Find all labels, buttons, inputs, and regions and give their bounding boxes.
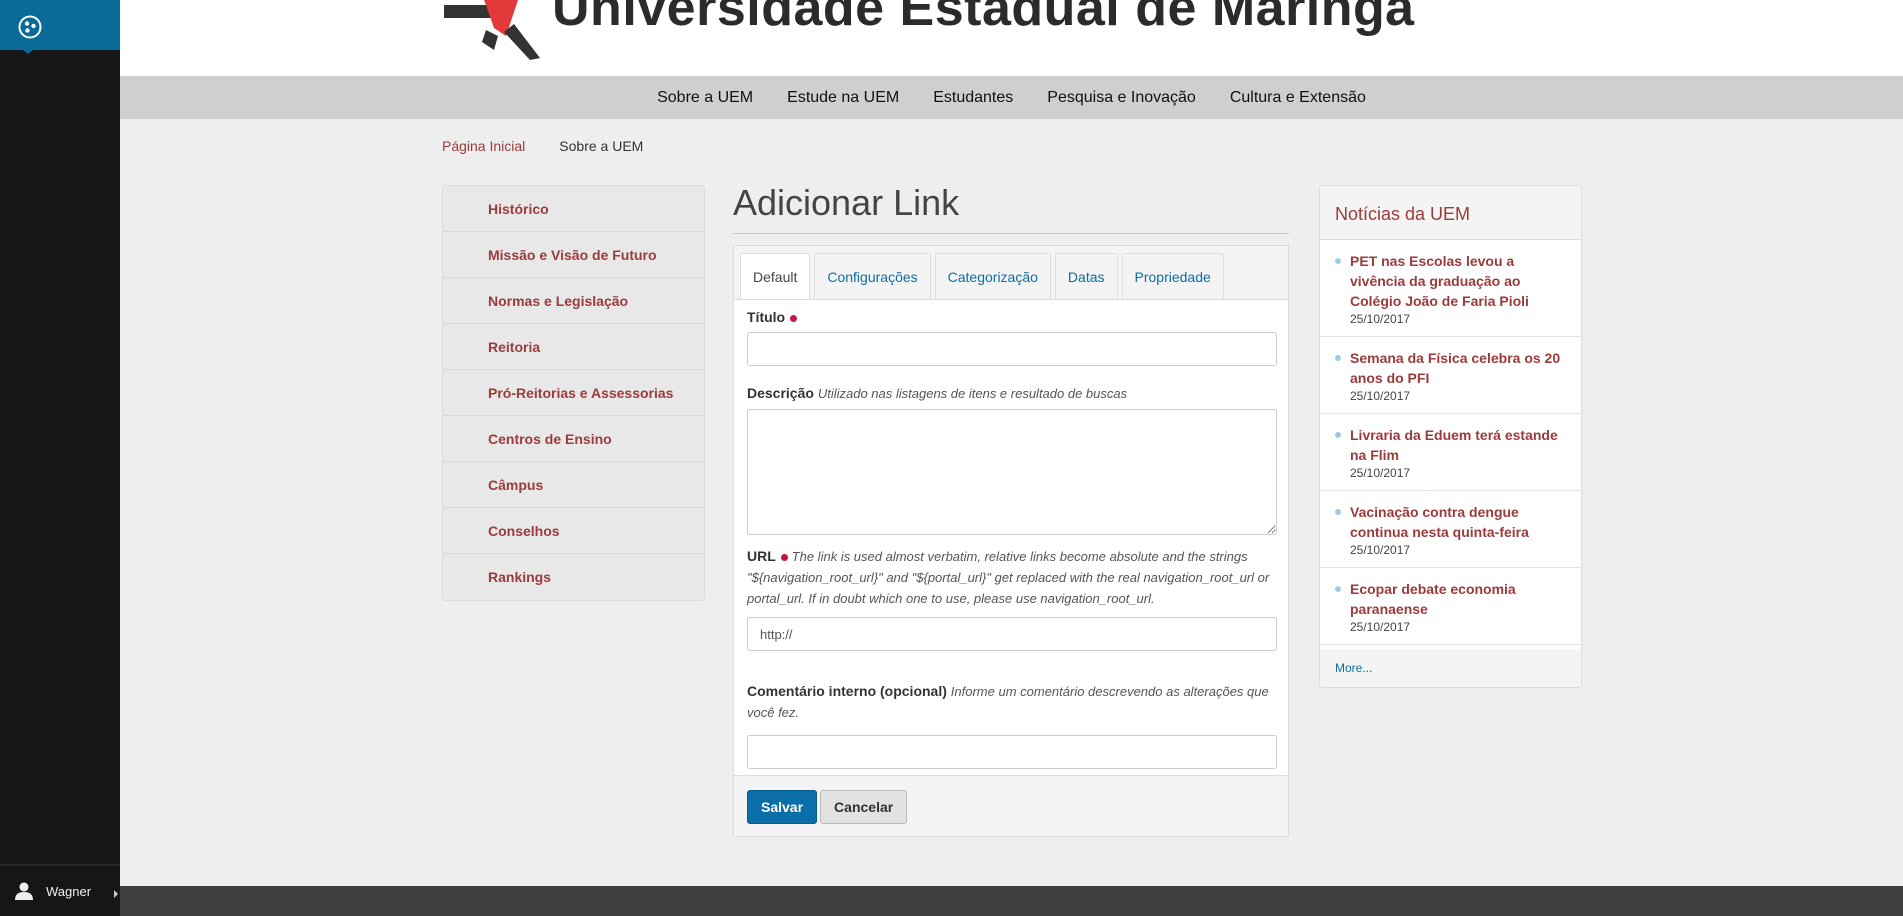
comentario-input[interactable] bbox=[747, 735, 1277, 769]
descricao-textarea[interactable] bbox=[747, 409, 1277, 535]
caret-right-icon bbox=[114, 890, 118, 898]
add-link-form: Default Configurações Categorização Data… bbox=[733, 245, 1289, 837]
sidenav-item-reitoria[interactable]: Reitoria bbox=[443, 324, 704, 370]
news-portlet: Notícias da UEM PET nas Escolas levou a … bbox=[1319, 185, 1582, 688]
field-titulo: Título bbox=[747, 307, 1277, 366]
sidenav-item-missao[interactable]: Missão e Visão de Futuro bbox=[443, 232, 704, 278]
field-comentario: Comentário interno (opcional) Informe um… bbox=[747, 681, 1277, 769]
main-content: Adicionar Link Default Configurações Cat… bbox=[733, 180, 1289, 837]
sidenav-item-campus[interactable]: Câmpus bbox=[443, 462, 704, 508]
descricao-label: Descrição bbox=[747, 385, 814, 401]
cancel-button[interactable]: Cancelar bbox=[820, 790, 908, 824]
news-item-title[interactable]: Livraria da Eduem terá estande na Flim bbox=[1350, 425, 1571, 465]
field-url: URL The link is used almost verbatim, re… bbox=[747, 546, 1277, 651]
nav-item-pesquisa[interactable]: Pesquisa e Inovação bbox=[1030, 76, 1213, 119]
form-body: Título Descrição Utilizado nas listagens… bbox=[734, 299, 1288, 776]
sidenav-item-historico[interactable]: Histórico bbox=[443, 186, 704, 232]
news-item: Ecopar debate economia paranaense 25/10/… bbox=[1320, 568, 1581, 645]
sidenav-item-pro-reitorias[interactable]: Pró-Reitorias e Assessorias bbox=[443, 370, 704, 416]
titulo-input[interactable] bbox=[747, 332, 1277, 366]
field-descricao: Descrição Utilizado nas listagens de ite… bbox=[747, 383, 1277, 540]
news-item-date: 25/10/2017 bbox=[1350, 312, 1411, 326]
url-label: URL bbox=[747, 548, 776, 564]
toolbar-user-menu[interactable]: Wagner bbox=[0, 864, 120, 916]
bullet-icon bbox=[1335, 586, 1341, 592]
news-item: Semana da Física celebra os 20 anos do P… bbox=[1320, 337, 1581, 414]
breadcrumb-current[interactable]: Sobre a UEM bbox=[559, 138, 643, 154]
nav-item-sobre[interactable]: Sobre a UEM bbox=[640, 76, 770, 119]
news-item-date: 25/10/2017 bbox=[1350, 543, 1411, 557]
nav-item-cultura[interactable]: Cultura e Extensão bbox=[1213, 76, 1383, 119]
site-footer bbox=[120, 886, 1903, 916]
main-navigation: Sobre a UEM Estude na UEM Estudantes Pes… bbox=[120, 76, 1903, 119]
form-actions: Salvar Cancelar bbox=[747, 790, 908, 824]
comentario-label: Comentário interno (opcional) bbox=[747, 683, 947, 699]
news-portlet-title[interactable]: Notícias da UEM bbox=[1320, 186, 1581, 240]
tab-propriedade[interactable]: Propriedade bbox=[1121, 253, 1224, 299]
required-icon bbox=[780, 553, 788, 561]
user-name: Wagner bbox=[46, 883, 92, 899]
news-item-title[interactable]: Ecopar debate economia paranaense bbox=[1350, 579, 1571, 619]
news-more-link[interactable]: More... bbox=[1320, 649, 1581, 687]
page-title: Adicionar Link bbox=[733, 180, 1289, 234]
required-icon bbox=[790, 314, 798, 322]
url-help: The link is used almost verbatim, relati… bbox=[747, 549, 1270, 606]
url-input[interactable] bbox=[747, 617, 1277, 651]
news-item-title[interactable]: Vacinação contra dengue continua nesta q… bbox=[1350, 502, 1571, 542]
bullet-icon bbox=[1335, 432, 1341, 438]
breadcrumb: Página Inicial Sobre a UEM bbox=[442, 138, 643, 154]
tab-default[interactable]: Default bbox=[740, 253, 811, 299]
toolbar-logo-button[interactable] bbox=[0, 0, 120, 54]
active-indicator-icon bbox=[23, 50, 33, 54]
university-logo-icon[interactable] bbox=[442, 0, 562, 60]
plone-toolbar: Wagner bbox=[0, 0, 120, 916]
news-item-date: 25/10/2017 bbox=[1350, 620, 1411, 634]
titulo-label: Título bbox=[747, 309, 786, 325]
tab-categorizacao[interactable]: Categorização bbox=[934, 253, 1051, 299]
bullet-icon bbox=[1335, 258, 1341, 264]
sidenav-item-rankings[interactable]: Rankings bbox=[443, 554, 704, 600]
save-button[interactable]: Salvar bbox=[747, 790, 818, 824]
plone-logo-icon bbox=[18, 15, 42, 39]
news-item-title[interactable]: PET nas Escolas levou a vivência da grad… bbox=[1350, 251, 1571, 311]
bullet-icon bbox=[1335, 355, 1341, 361]
form-tabs: Default Configurações Categorização Data… bbox=[740, 253, 1224, 299]
sidenav-item-normas[interactable]: Normas e Legislação bbox=[443, 278, 704, 324]
descricao-help: Utilizado nas listagens de itens e resul… bbox=[817, 386, 1128, 401]
sidenav-item-conselhos[interactable]: Conselhos bbox=[443, 508, 704, 554]
user-icon bbox=[15, 882, 33, 900]
news-item: Livraria da Eduem terá estande na Flim 2… bbox=[1320, 414, 1581, 491]
nav-item-estudantes[interactable]: Estudantes bbox=[916, 76, 1030, 119]
news-item-date: 25/10/2017 bbox=[1350, 466, 1411, 480]
tab-datas[interactable]: Datas bbox=[1054, 253, 1118, 299]
site-header: Universidade Estadual de Maringá bbox=[120, 0, 1903, 76]
news-item-date: 25/10/2017 bbox=[1350, 389, 1411, 403]
sidenav-item-centros[interactable]: Centros de Ensino bbox=[443, 416, 704, 462]
news-item-title[interactable]: Semana da Física celebra os 20 anos do P… bbox=[1350, 348, 1571, 388]
section-navigation: Histórico Missão e Visão de Futuro Norma… bbox=[442, 185, 705, 601]
breadcrumb-home-link[interactable]: Página Inicial bbox=[442, 138, 525, 154]
site-name[interactable]: Universidade Estadual de Maringá bbox=[552, 0, 1415, 38]
news-item: Vacinação contra dengue continua nesta q… bbox=[1320, 491, 1581, 568]
tab-configuracoes[interactable]: Configurações bbox=[814, 253, 931, 299]
bullet-icon bbox=[1335, 509, 1341, 515]
nav-item-estude[interactable]: Estude na UEM bbox=[770, 76, 916, 119]
news-item: PET nas Escolas levou a vivência da grad… bbox=[1320, 240, 1581, 337]
